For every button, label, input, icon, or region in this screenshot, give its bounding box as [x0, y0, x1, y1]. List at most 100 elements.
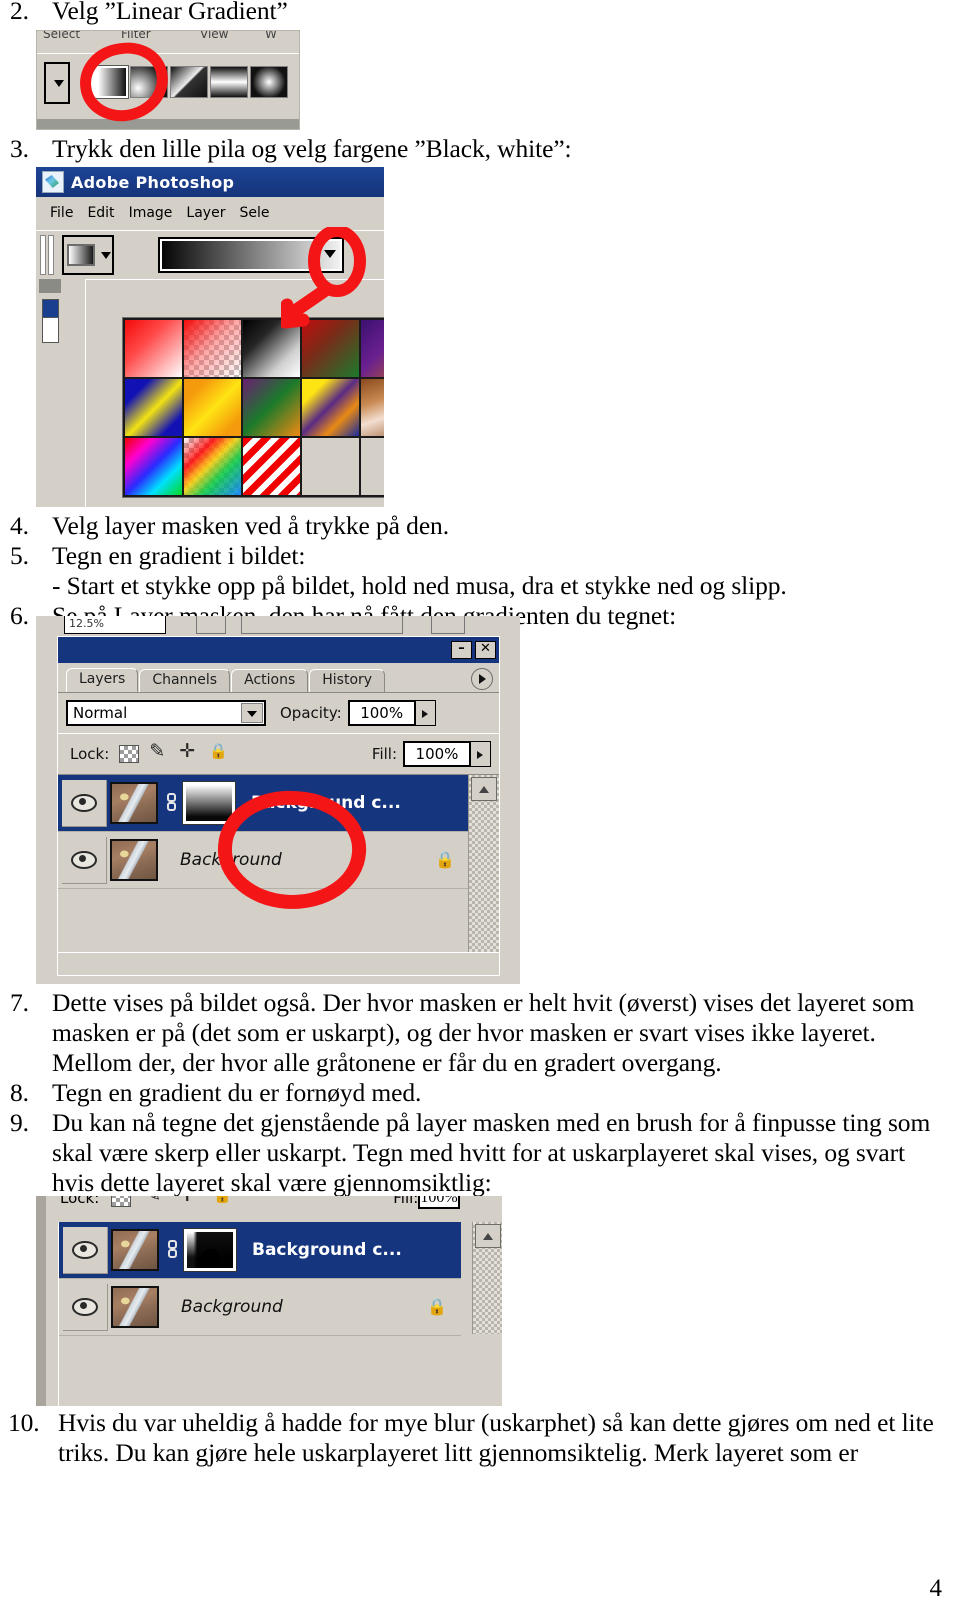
chevron-down-icon[interactable] [101, 251, 111, 259]
opacity-input[interactable]: 100% [347, 700, 416, 726]
layer-visibility-toggle[interactable] [63, 1226, 108, 1274]
zoom-level-field[interactable]: 12.5% [64, 616, 166, 634]
palette-menu-arrow-icon[interactable] [471, 668, 493, 690]
gradient-swatch[interactable] [125, 320, 182, 377]
gradient-swatch[interactable] [125, 438, 182, 495]
close-button[interactable]: ✕ [475, 641, 496, 659]
layer-mask-thumbnail[interactable] [182, 781, 236, 825]
menu-file[interactable]: File [50, 205, 73, 221]
step-number: 3. [10, 134, 29, 163]
step-line: triks. Du kan gjøre hele uskarplayeret l… [58, 1438, 858, 1467]
screenshot-layers-palette-painted: Lock: Fill: 100% Background c... [36, 1196, 502, 1406]
gradient-preview-strip[interactable] [158, 237, 344, 273]
lock-position-icon[interactable] [179, 1196, 199, 1207]
table-row[interactable]: Background c... [58, 775, 469, 832]
step-line: - Start et stykke opp på bildet, hold ne… [52, 571, 787, 600]
menu-filter[interactable]: Filter [121, 31, 151, 41]
layer-thumbnail[interactable] [111, 1286, 159, 1328]
menu-edit[interactable]: Edit [87, 205, 114, 221]
blend-mode-select[interactable]: Normal [66, 700, 266, 726]
palette-titlebar: – ✕ [58, 637, 499, 663]
scrollbar[interactable] [468, 775, 499, 957]
background-color-swatch[interactable] [42, 317, 59, 343]
reflected-gradient-button[interactable] [210, 66, 248, 98]
table-row[interactable]: Background 🔒 [58, 832, 469, 889]
step-line: Tegn en gradient i bildet: [52, 541, 306, 570]
layer-locked-icon: 🔒 [427, 1299, 447, 1316]
table-row[interactable]: Background c... [59, 1222, 461, 1279]
step-line: hvis dette layeret skal være gjennomsikt… [52, 1168, 492, 1197]
table-row[interactable]: Background 🔒 [59, 1279, 461, 1336]
linear-gradient-button[interactable] [89, 65, 129, 99]
lock-position-icon[interactable] [179, 740, 199, 763]
scroll-up-arrow-icon[interactable] [475, 1224, 501, 1248]
layer-name: Background c... [252, 1240, 402, 1260]
tab-actions[interactable]: Actions [231, 669, 309, 692]
lock-transparency-icon[interactable] [119, 745, 140, 763]
menu-window[interactable]: W [265, 31, 277, 41]
gradient-swatch[interactable] [302, 320, 359, 377]
gradient-swatch[interactable] [184, 379, 241, 436]
layer-visibility-toggle[interactable] [62, 779, 107, 827]
menu-layer[interactable]: Layer [186, 205, 225, 221]
gradient-swatch[interactable] [184, 438, 241, 495]
fill-slider-arrow-icon[interactable] [471, 741, 491, 767]
gradient-swatch[interactable] [302, 379, 359, 436]
tab-history[interactable]: History [309, 669, 386, 692]
step-line: Tegn en gradient du er fornøyd med. [52, 1078, 422, 1107]
tab-channels[interactable]: Channels [139, 669, 231, 692]
layer-visibility-toggle[interactable] [63, 1283, 108, 1331]
lock-image-pixels-icon[interactable] [149, 740, 169, 763]
scroll-up-arrow-icon[interactable] [471, 777, 497, 801]
step-line: Mellom der, der hvor alle gråtonene er f… [52, 1048, 722, 1077]
eye-icon [71, 850, 97, 869]
lock-image-pixels-icon[interactable] [145, 1196, 165, 1207]
gradient-swatch[interactable] [125, 379, 182, 436]
photoshop-menubar: File Edit Image Layer Sele [36, 198, 384, 228]
gradient-preset-swatch[interactable] [67, 244, 95, 266]
step-line: Velg layer masken ved å trykke på den. [52, 511, 449, 540]
link-icon[interactable] [166, 1240, 179, 1260]
gradient-swatch[interactable] [243, 438, 300, 495]
layer-thumbnail[interactable] [111, 1229, 159, 1271]
gradient-swatch[interactable] [243, 379, 300, 436]
lock-transparency-icon[interactable] [111, 1196, 132, 1207]
step-number: 7. [10, 988, 29, 1017]
step-line: skal være skerp eller uskarpt. Tegn med … [52, 1138, 905, 1167]
tab-layers[interactable]: Layers [66, 668, 139, 692]
menu-view[interactable]: View [200, 31, 228, 41]
menu-select[interactable]: Select [43, 31, 80, 41]
radial-gradient-button[interactable] [130, 66, 168, 98]
scrollbar[interactable] [472, 1222, 502, 1334]
layer-thumbnail[interactable] [110, 782, 158, 824]
minimize-button[interactable]: – [451, 641, 472, 659]
gradient-preset-well-group[interactable] [62, 235, 114, 275]
gradient-swatch-empty [361, 438, 384, 495]
angle-gradient-button[interactable] [170, 66, 208, 98]
gradient-swatch[interactable] [184, 320, 241, 377]
eye-icon [72, 1240, 98, 1259]
layer-mask-thumbnail[interactable] [183, 1228, 237, 1272]
layer-visibility-toggle[interactable] [62, 836, 107, 884]
layer-thumbnail[interactable] [110, 839, 158, 881]
menu-select[interactable]: Sele [239, 205, 269, 221]
fill-input[interactable]: 100% [418, 1196, 460, 1209]
opacity-slider-arrow-icon[interactable] [415, 700, 436, 726]
gradient-swatch[interactable] [361, 320, 384, 377]
diamond-gradient-button[interactable] [250, 66, 288, 98]
screenshot-photoshop-gradient-picker: Adobe Photoshop File Edit Image Layer Se… [36, 167, 384, 507]
gradient-picker-chevron-down-icon[interactable] [324, 250, 336, 258]
lock-all-icon[interactable] [213, 1196, 233, 1207]
gradient-swatch[interactable] [361, 379, 384, 436]
lock-all-icon[interactable] [209, 742, 229, 763]
fill-label: Fill: [393, 1196, 419, 1207]
tool-preset-dropdown[interactable] [44, 62, 70, 104]
menu-image[interactable]: Image [129, 205, 173, 221]
fill-input[interactable]: 100% [403, 741, 471, 767]
link-icon[interactable] [165, 793, 178, 813]
chevron-down-icon[interactable] [241, 703, 263, 723]
photoshop-menubar: Select Filter View W [37, 31, 299, 51]
layer-name: Background c... [251, 793, 401, 813]
gradient-swatch[interactable] [243, 320, 300, 377]
fill-label: Fill: [371, 745, 397, 763]
